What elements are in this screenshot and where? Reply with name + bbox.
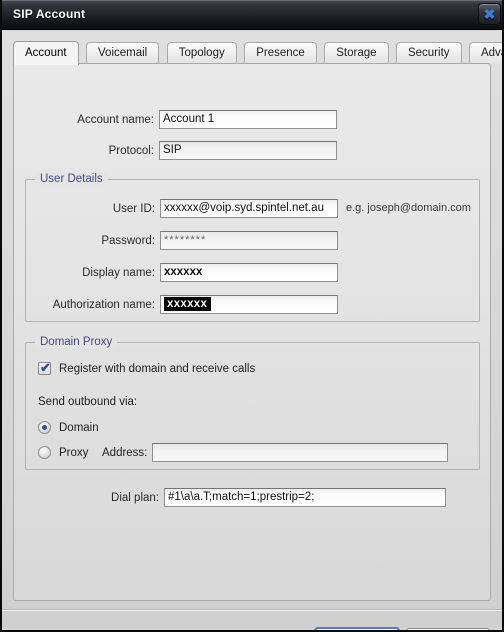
checkmark-icon: ✔: [40, 360, 51, 375]
sip-account-dialog: SIP Account ✖ Account Voicemail Topology…: [0, 0, 504, 632]
proxy-address-input[interactable]: [152, 443, 448, 462]
radio-domain[interactable]: [38, 421, 51, 434]
tab-account[interactable]: Account: [13, 41, 79, 65]
user-id-label: User ID:: [112, 203, 155, 215]
radio-selected-dot-icon: [42, 425, 47, 430]
tab-account-label: Account: [25, 47, 67, 59]
authorization-name-label: Authorization name:: [52, 299, 155, 311]
dialog-title: SIP Account: [13, 7, 86, 21]
tab-storage[interactable]: Storage: [324, 42, 389, 64]
radio-proxy-label: Proxy: [59, 447, 89, 459]
account-name-input[interactable]: Account 1: [159, 110, 337, 129]
footer-divider: [2, 609, 502, 611]
tab-topology[interactable]: Topology: [166, 42, 237, 64]
password-input[interactable]: ********: [160, 231, 338, 250]
tab-presence[interactable]: Presence: [244, 42, 317, 64]
tab-storage-label: Storage: [336, 47, 377, 59]
user-details-group: User Details User ID: xxxxxx@voip.syd.sp…: [25, 173, 480, 322]
user-id-input[interactable]: xxxxxx@voip.syd.spintel.net.au: [160, 199, 338, 218]
send-outbound-via-label: Send outbound via:: [38, 396, 138, 408]
user-details-legend: User Details: [35, 173, 108, 185]
tab-security-label: Security: [407, 47, 450, 59]
dialog-body: Account Voicemail Topology Presence Stor…: [2, 31, 502, 630]
domain-proxy-group: Domain Proxy ✔ Register with domain and …: [25, 336, 480, 470]
close-button[interactable]: ✖: [478, 3, 501, 25]
authorization-name-selected-value: xxxxxx: [164, 297, 212, 311]
tab-security[interactable]: Security: [395, 42, 462, 64]
password-label: Password:: [101, 235, 155, 247]
domain-proxy-legend: Domain Proxy: [35, 336, 118, 348]
display-name-label: Display name:: [82, 267, 155, 279]
dial-plan-input[interactable]: #1\a\a.T;match=1;prestrip=2;: [164, 488, 446, 507]
close-x-icon: ✖: [483, 6, 496, 22]
register-with-domain-checkbox[interactable]: ✔: [38, 360, 51, 375]
tab-voicemail[interactable]: Voicemail: [86, 42, 160, 64]
account-name-label: Account name:: [77, 114, 154, 126]
user-id-hint: e.g. joseph@domain.com: [346, 202, 471, 214]
dial-plan-label: Dial plan:: [111, 492, 159, 504]
ok-button[interactable]: OK: [314, 627, 400, 630]
authorization-name-input[interactable]: xxxxxx: [160, 295, 338, 314]
tab-advanced[interactable]: Advanced: [468, 42, 502, 64]
tab-topology-label: Topology: [178, 47, 225, 59]
protocol-input[interactable]: SIP: [159, 141, 337, 160]
proxy-address-label: Address:: [102, 447, 148, 459]
display-name-input[interactable]: xxxxxx: [160, 263, 338, 282]
register-with-domain-label: Register with domain and receive calls: [59, 363, 256, 375]
radio-proxy[interactable]: [38, 446, 51, 459]
dialog-titlebar[interactable]: SIP Account ✖: [2, 0, 502, 30]
tab-advanced-label: Advanced: [480, 47, 502, 59]
tab-voicemail-label: Voicemail: [98, 47, 148, 59]
tab-presence-label: Presence: [256, 47, 305, 59]
radio-domain-label: Domain: [59, 422, 99, 434]
account-tab-panel: Account name: Account 1 Protocol: SIP Us…: [13, 63, 491, 601]
password-masked-value: ********: [164, 234, 207, 246]
cancel-button[interactable]: Cancel: [406, 628, 490, 630]
protocol-label: Protocol:: [108, 145, 154, 157]
tab-strip: Account Voicemail Topology Presence Stor…: [13, 41, 502, 65]
